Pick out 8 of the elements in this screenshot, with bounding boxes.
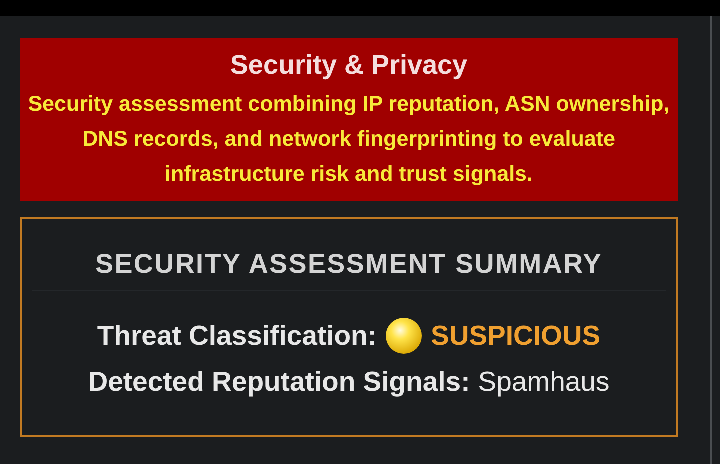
field-value: Spamhaus	[478, 365, 610, 399]
status-dot-icon	[385, 317, 424, 355]
summary-heading: SECURITY ASSESSMENT SUMMARY	[32, 249, 666, 291]
banner-description: Security assessment combining IP reputation, ASN ownership, DNS records, and network fingerprinting to evaluate infrastructure risk and trust signals.	[27, 91, 671, 188]
threat-status: SUSPICIOUS	[431, 319, 601, 353]
field-label: Detected Reputation Signals:	[88, 365, 470, 399]
banner-title: Security & Privacy	[229, 50, 469, 81]
field-label: Threat Classification:	[97, 319, 378, 353]
